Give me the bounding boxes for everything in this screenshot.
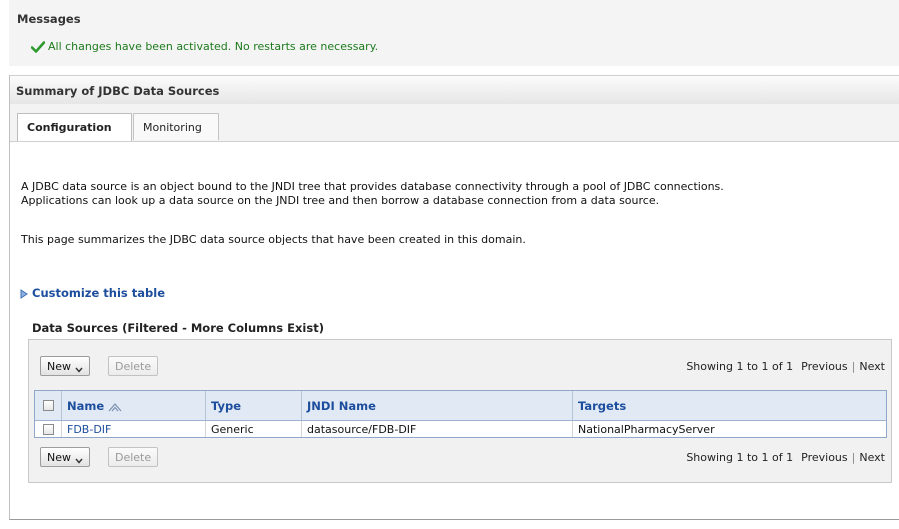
- previous-link[interactable]: Previous: [801, 451, 848, 464]
- tab-configuration-label: Configuration: [27, 121, 112, 134]
- datasources-table: Name Type JNDI Name Targets FDB-DIF Gene…: [34, 390, 887, 438]
- chevron-down-icon: [75, 454, 83, 464]
- cell-name: FDB-DIF: [62, 421, 206, 437]
- chevron-down-icon: [75, 363, 83, 373]
- new-button-bottom[interactable]: New: [40, 447, 90, 467]
- paging-bottom: Showing 1 to 1 of 1 Previous | Next: [686, 451, 885, 464]
- column-header-jndi-name[interactable]: JNDI Name: [302, 391, 573, 420]
- column-header-targets[interactable]: Targets: [573, 391, 886, 420]
- new-button-top[interactable]: New: [40, 356, 90, 376]
- cell-type: Generic: [206, 421, 302, 437]
- summary-panel: Summary of JDBC Data Sources Configurati…: [9, 75, 899, 520]
- next-link[interactable]: Next: [859, 360, 885, 373]
- messages-title: Messages: [17, 12, 81, 26]
- tab-monitoring[interactable]: Monitoring: [133, 113, 219, 140]
- expand-triangle-icon: [19, 288, 29, 299]
- column-type-label: Type: [211, 398, 242, 413]
- select-all-cell: [35, 391, 62, 420]
- paging-top: Showing 1 to 1 of 1 Previous | Next: [686, 360, 885, 373]
- next-link[interactable]: Next: [859, 451, 885, 464]
- paging-status: Showing 1 to 1 of 1: [686, 360, 794, 373]
- delete-button-label: Delete: [115, 359, 152, 373]
- checkmark-icon: [30, 40, 46, 53]
- delete-button-top[interactable]: Delete: [108, 356, 159, 376]
- description-line-1: A JDBC data source is an object bound to…: [21, 180, 724, 193]
- delete-button-bottom[interactable]: Delete: [108, 447, 159, 467]
- summary-header: Summary of JDBC Data Sources: [10, 75, 899, 105]
- datasources-table-panel: New Delete Showing 1 to 1 of 1 Previous …: [28, 339, 892, 483]
- success-message-text: All changes have been activated. No rest…: [48, 40, 379, 53]
- column-targets-label: Targets: [578, 398, 627, 413]
- row-checkbox[interactable]: [42, 423, 54, 435]
- customize-table-label: Customize this table: [32, 286, 165, 300]
- description-line-2: Applications can look up a data source o…: [21, 194, 660, 207]
- select-all-checkbox[interactable]: [42, 400, 54, 411]
- cell-jndi-name: datasource/FDB-DIF: [302, 421, 573, 437]
- page-title: Summary of JDBC Data Sources: [16, 84, 220, 98]
- new-button-label: New: [47, 450, 71, 464]
- paging-separator: |: [851, 451, 856, 464]
- previous-link[interactable]: Previous: [801, 360, 848, 373]
- column-header-type[interactable]: Type: [206, 391, 302, 420]
- column-name-label: Name: [67, 398, 105, 413]
- success-message: All changes have been activated. No rest…: [30, 40, 379, 53]
- datasource-name-link[interactable]: FDB-DIF: [67, 423, 111, 436]
- tab-monitoring-label: Monitoring: [143, 120, 202, 134]
- new-button-label: New: [47, 359, 71, 373]
- customize-table-link[interactable]: Customize this table: [19, 286, 165, 300]
- messages-panel: Messages All changes have been activated…: [9, 0, 899, 66]
- paging-status: Showing 1 to 1 of 1: [686, 451, 794, 464]
- sort-ascending-icon[interactable]: [108, 401, 122, 412]
- table-header-row: Name Type JNDI Name Targets: [35, 391, 886, 421]
- tab-configuration[interactable]: Configuration: [17, 113, 132, 141]
- description-line-3: This page summarizes the JDBC data sourc…: [21, 233, 526, 246]
- row-select-cell: [35, 421, 62, 437]
- table-row: FDB-DIF Generic datasource/FDB-DIF Natio…: [35, 421, 886, 437]
- column-header-name[interactable]: Name: [62, 391, 206, 420]
- datasources-title: Data Sources (Filtered - More Columns Ex…: [32, 321, 324, 335]
- paging-separator: |: [851, 360, 856, 373]
- tab-strip: Configuration Monitoring: [10, 104, 899, 142]
- delete-button-label: Delete: [115, 450, 152, 464]
- cell-targets: NationalPharmacyServer: [578, 422, 715, 436]
- column-jndi-label: JNDI Name: [307, 398, 376, 413]
